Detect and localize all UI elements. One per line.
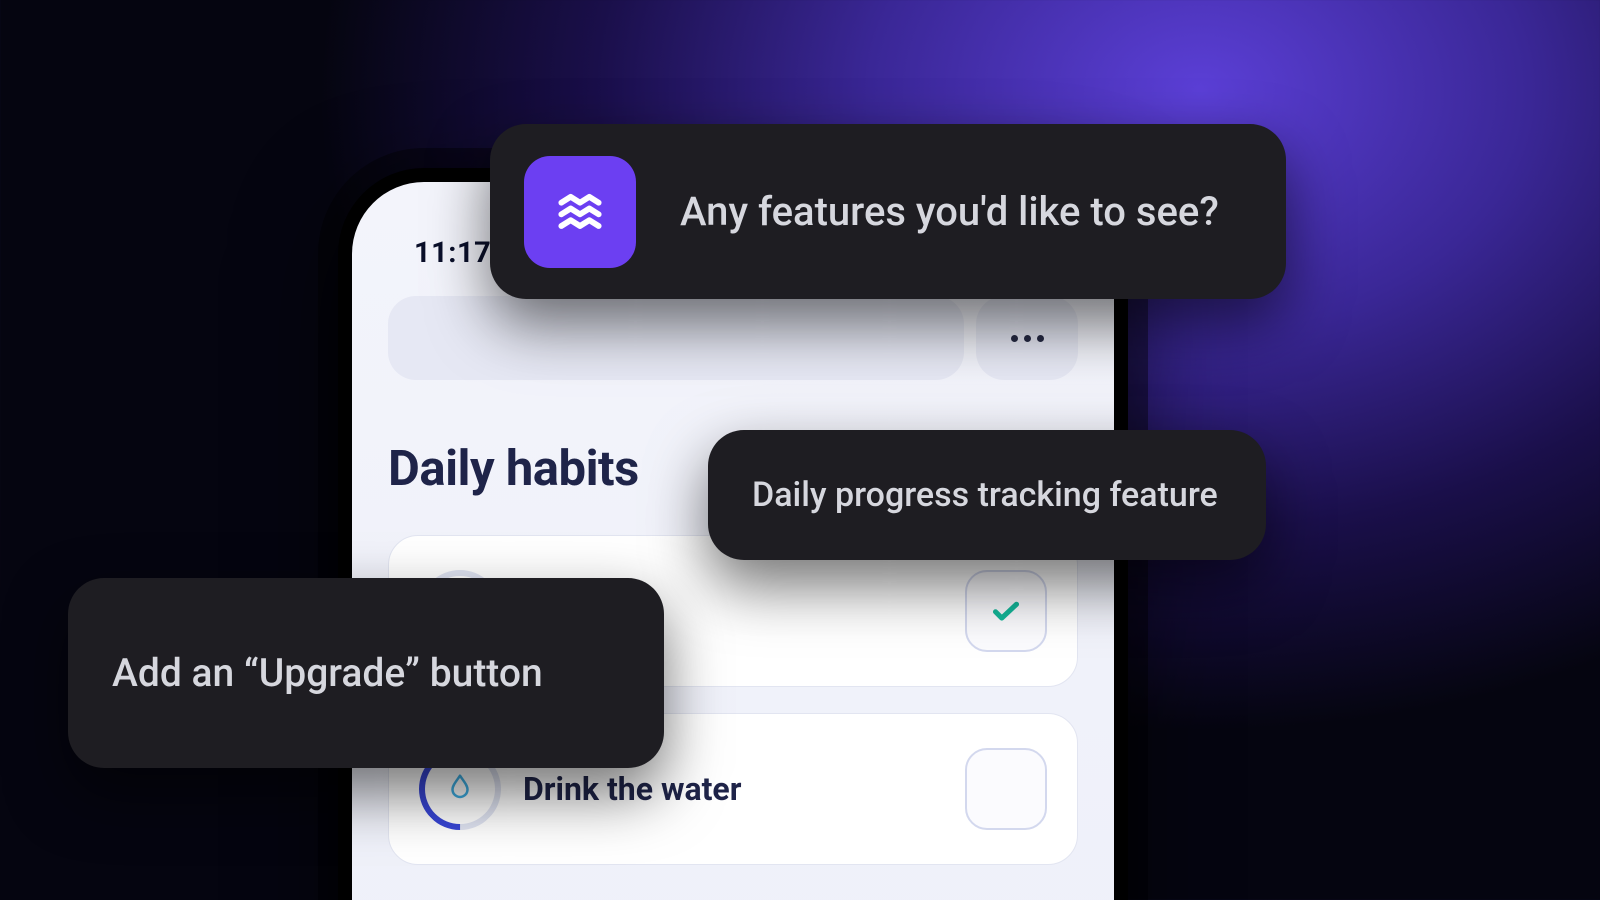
habit-info: Drink the water [523,770,943,808]
response-bubble-left: Add an “Upgrade” button [68,578,664,768]
response-text: Add an “Upgrade” button [112,650,543,696]
habit-checkbox[interactable] [965,570,1047,652]
response-bubble-right: Daily progress tracking feature [708,430,1266,560]
checkmark-icon [988,593,1024,629]
toolbar [388,296,1078,380]
more-horizontal-icon [1037,335,1044,342]
habit-title: Drink the water [523,770,943,808]
response-text: Daily progress tracking feature [752,475,1218,515]
more-horizontal-icon [1011,335,1018,342]
prompt-bubble: Any features you'd like to see? [490,124,1286,299]
water-drop-icon [445,772,475,806]
prompt-text: Any features you'd like to see? [680,188,1219,235]
habit-checkbox[interactable] [965,748,1047,830]
search-input[interactable] [388,296,964,380]
app-logo-icon [524,156,636,268]
more-horizontal-icon [1024,335,1031,342]
status-time: 11:17 [414,236,491,270]
more-button[interactable] [976,296,1078,380]
